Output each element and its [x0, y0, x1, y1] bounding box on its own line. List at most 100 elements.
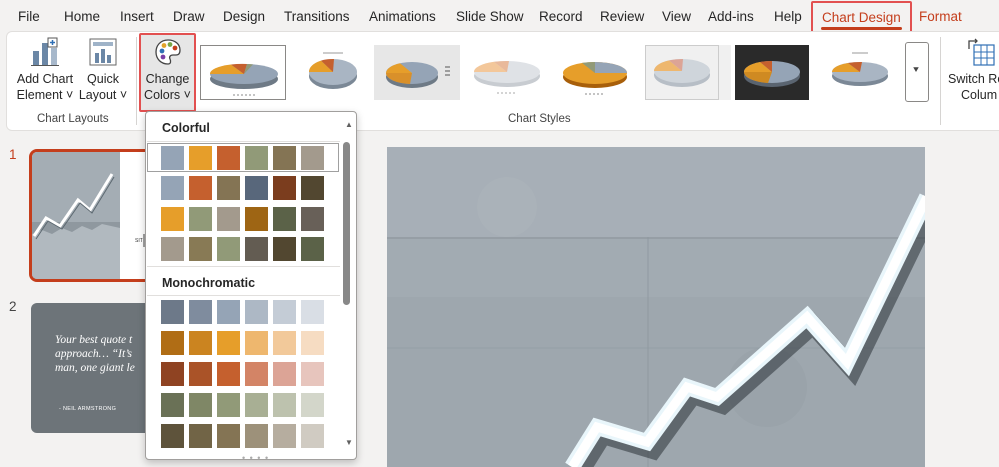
ribbon-separator-2: [940, 37, 941, 125]
color-swatch: [245, 393, 268, 417]
color-swatch: [245, 331, 268, 355]
tab-view[interactable]: View: [662, 0, 691, 32]
color-swatch: [245, 300, 268, 324]
chart-layouts-group-label: Chart Layouts: [37, 113, 109, 125]
section-divider: [147, 295, 340, 296]
chart-style-7[interactable]: [735, 45, 809, 100]
gallery-more-button[interactable]: ⯆: [905, 42, 929, 102]
tab-design[interactable]: Design: [223, 0, 265, 32]
tab-animations[interactable]: Animations: [369, 0, 436, 32]
thumb2-author: - NEIL ARMSTRONG: [59, 406, 117, 412]
color-swatch: [273, 331, 296, 355]
tab-add-ins[interactable]: Add-ins: [708, 0, 754, 32]
add-chart-element-line2: Element ˅: [16, 88, 74, 102]
color-swatch: [245, 362, 268, 386]
color-swatch: [273, 146, 296, 170]
tab-help[interactable]: Help: [774, 0, 802, 32]
color-swatch: [217, 146, 240, 170]
color-swatch: [217, 176, 240, 200]
color-swatch: [161, 362, 184, 386]
tab-record[interactable]: Record: [539, 0, 583, 32]
color-swatch: [273, 300, 296, 324]
color-swatch: [301, 424, 324, 448]
scrollbar-thumb[interactable]: [343, 142, 350, 305]
color-swatch: [245, 207, 268, 231]
slide-thumbnail-2[interactable]: Your best quote t approach… “It’s man, o…: [31, 303, 151, 433]
chart-style-8[interactable]: [822, 45, 900, 100]
monochromatic-heading: Monochromatic: [162, 276, 256, 290]
color-swatch: [161, 176, 184, 200]
ribbon-separator: [136, 37, 137, 125]
scroll-down-arrow-icon[interactable]: ▼: [344, 438, 354, 447]
chart-style-2[interactable]: [288, 45, 374, 100]
palette-icon: [153, 37, 183, 67]
slide-number-2: 2: [9, 299, 17, 314]
color-swatch: [189, 393, 212, 417]
add-chart-element-icon: [30, 37, 60, 67]
thumb1-caption: SIT: [135, 238, 143, 244]
tab-transitions[interactable]: Transitions: [284, 0, 350, 32]
color-swatch: [217, 300, 240, 324]
color-swatch: [217, 362, 240, 386]
color-swatch: [273, 393, 296, 417]
chart-style-5[interactable]: [552, 45, 638, 100]
tab-draw[interactable]: Draw: [173, 0, 205, 32]
slide-canvas[interactable]: [387, 147, 925, 467]
add-chart-element-line1: Add Chart: [16, 72, 74, 86]
color-swatch: [245, 237, 268, 261]
chevron-down-icon: ⯆: [912, 65, 920, 76]
tab-slide-show[interactable]: Slide Show: [456, 0, 524, 32]
change-colors-button[interactable]: Change Colors ˅: [141, 37, 194, 103]
quick-layout-icon: [88, 37, 118, 67]
switch-row-column-button[interactable]: Switch Ro Colum: [948, 37, 999, 103]
slide-thumbnail-1[interactable]: SIT: [29, 149, 153, 282]
tab-file[interactable]: File: [18, 0, 40, 32]
color-swatch: [161, 237, 184, 261]
color-swatch: [245, 424, 268, 448]
color-swatch: [189, 362, 212, 386]
chart-style-1[interactable]: [200, 45, 286, 100]
color-swatch: [217, 207, 240, 231]
section-divider: [147, 266, 340, 267]
color-swatch: [301, 176, 324, 200]
tab-format[interactable]: Format: [919, 0, 962, 32]
color-swatch: [301, 300, 324, 324]
slide-background-image: [387, 147, 925, 467]
chart-styles-group-label: Chart Styles: [508, 113, 571, 125]
color-swatch: [189, 146, 212, 170]
color-swatch: [189, 331, 212, 355]
color-swatch: [273, 207, 296, 231]
resize-grip-icon[interactable]: • • • •: [242, 453, 269, 459]
color-swatch: [273, 237, 296, 261]
color-swatch: [273, 362, 296, 386]
change-colors-line1: Change: [145, 72, 190, 86]
change-colors-line2: Colors ˅: [144, 88, 191, 102]
switch-row-column-line1: Switch Ro: [948, 72, 999, 86]
section-divider: [147, 141, 340, 142]
color-swatch: [161, 393, 184, 417]
color-swatch: [189, 424, 212, 448]
chart-style-3[interactable]: [374, 45, 460, 100]
color-swatch: [273, 176, 296, 200]
slide-1-preview-image: SIT: [32, 152, 150, 279]
colorful-palette-1[interactable]: [147, 143, 339, 172]
color-swatch: [161, 146, 184, 170]
quick-layout-button[interactable]: Quick Layout ˅: [77, 37, 129, 103]
tab-home[interactable]: Home: [64, 0, 100, 32]
color-swatch: [161, 300, 184, 324]
tab-review[interactable]: Review: [600, 0, 644, 32]
quick-layout-line1: Quick: [87, 72, 119, 86]
color-swatch: [245, 176, 268, 200]
switch-row-column-icon: [966, 37, 996, 67]
color-swatch: [189, 300, 212, 324]
scroll-up-arrow-icon[interactable]: ▲: [344, 120, 354, 129]
color-swatch: [217, 393, 240, 417]
chart-style-4[interactable]: [464, 45, 550, 100]
slide-number-1: 1: [9, 147, 17, 162]
tab-insert[interactable]: Insert: [120, 0, 154, 32]
chart-style-6[interactable]: [645, 45, 731, 100]
color-swatch: [301, 362, 324, 386]
color-swatch: [189, 207, 212, 231]
color-swatch: [189, 237, 212, 261]
add-chart-element-button[interactable]: Add Chart Element ˅: [14, 37, 76, 103]
